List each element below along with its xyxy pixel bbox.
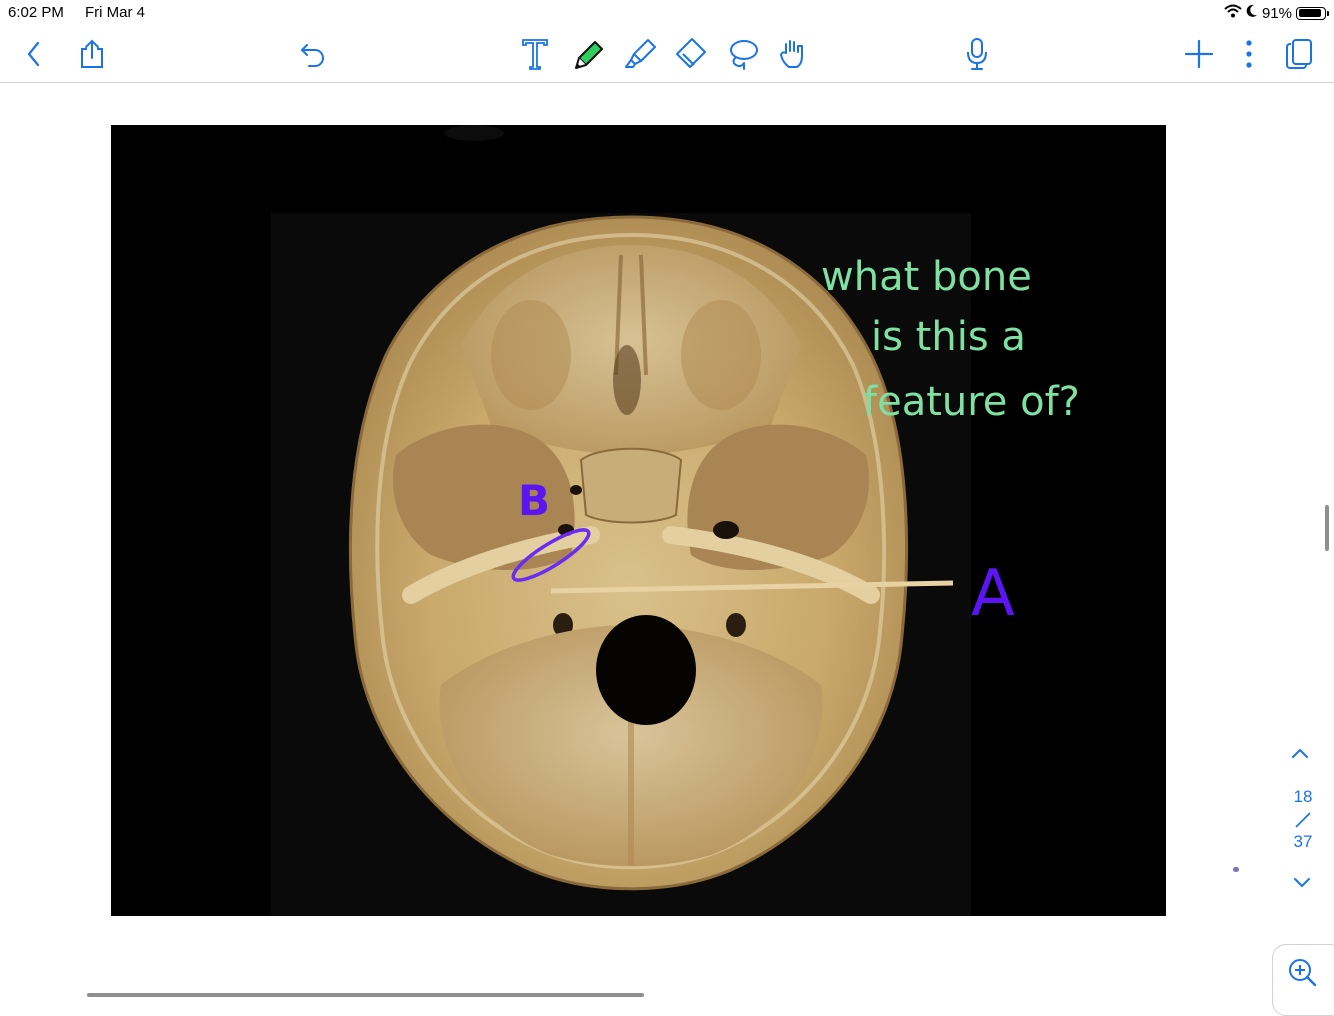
text-tool[interactable] [515, 34, 555, 74]
page-separator [1294, 812, 1312, 833]
pen-icon [571, 36, 607, 72]
page-down-button[interactable] [1292, 876, 1314, 894]
mic-button[interactable] [957, 34, 997, 74]
highlighter-icon [622, 36, 658, 72]
more-vertical-icon [1245, 39, 1253, 69]
share-icon [78, 38, 106, 70]
eraser-icon [673, 36, 709, 72]
page-current: 18 [1293, 787, 1313, 806]
battery-percent: 91% [1261, 4, 1292, 22]
pages-icon [1285, 38, 1313, 70]
zoom-in-icon [1286, 959, 1318, 992]
lasso-tool[interactable] [722, 34, 762, 74]
status-time: 6:02 PM [8, 4, 64, 21]
annotation-line-3: feature of? [863, 379, 1080, 425]
chevron-up-icon [1290, 747, 1310, 764]
status-bar: 6:02 PM Fri Mar 4 91% [0, 0, 1334, 26]
moon-icon [1246, 4, 1258, 22]
annotation-line-1: what bone [821, 254, 1032, 300]
status-indicators: 91% [1224, 3, 1329, 23]
ink-dot [1233, 867, 1239, 872]
pages-button[interactable] [1279, 34, 1319, 74]
hand-icon [775, 36, 811, 72]
add-page-button[interactable] [1179, 34, 1219, 74]
more-button[interactable] [1229, 34, 1269, 74]
battery-icon [1296, 6, 1329, 20]
plus-icon [1184, 39, 1214, 69]
undo-icon [299, 40, 327, 68]
page-up-button[interactable] [1290, 746, 1316, 764]
lasso-icon [724, 36, 760, 72]
chevron-down-icon [1292, 877, 1312, 894]
horizontal-scrollbar[interactable] [87, 993, 644, 997]
share-button[interactable] [72, 34, 112, 74]
microphone-icon [965, 37, 989, 71]
hand-tool[interactable] [773, 34, 813, 74]
back-button[interactable] [14, 34, 54, 74]
label-b: B [518, 476, 550, 525]
chevron-left-icon [24, 40, 44, 68]
annotation-line-2: is this a [871, 314, 1026, 360]
pen-tool[interactable] [569, 34, 609, 74]
toolbar [0, 26, 1334, 83]
wifi-icon [1224, 4, 1242, 22]
slide-image: what bone is this a feature of? B A [111, 125, 1166, 916]
highlighter-tool[interactable] [620, 34, 660, 74]
undo-button[interactable] [293, 34, 333, 74]
battery-fill [1298, 9, 1322, 17]
eraser-tool[interactable] [671, 34, 711, 74]
text-t-icon [520, 37, 550, 71]
zoom-button[interactable] [1286, 956, 1318, 988]
label-a: A [971, 557, 1015, 631]
status-date: Fri Mar 4 [85, 4, 145, 21]
skull-photo: what bone is this a feature of? B A [111, 125, 1166, 916]
vertical-scrollbar[interactable] [1325, 505, 1329, 551]
page-total: 37 [1293, 832, 1313, 851]
